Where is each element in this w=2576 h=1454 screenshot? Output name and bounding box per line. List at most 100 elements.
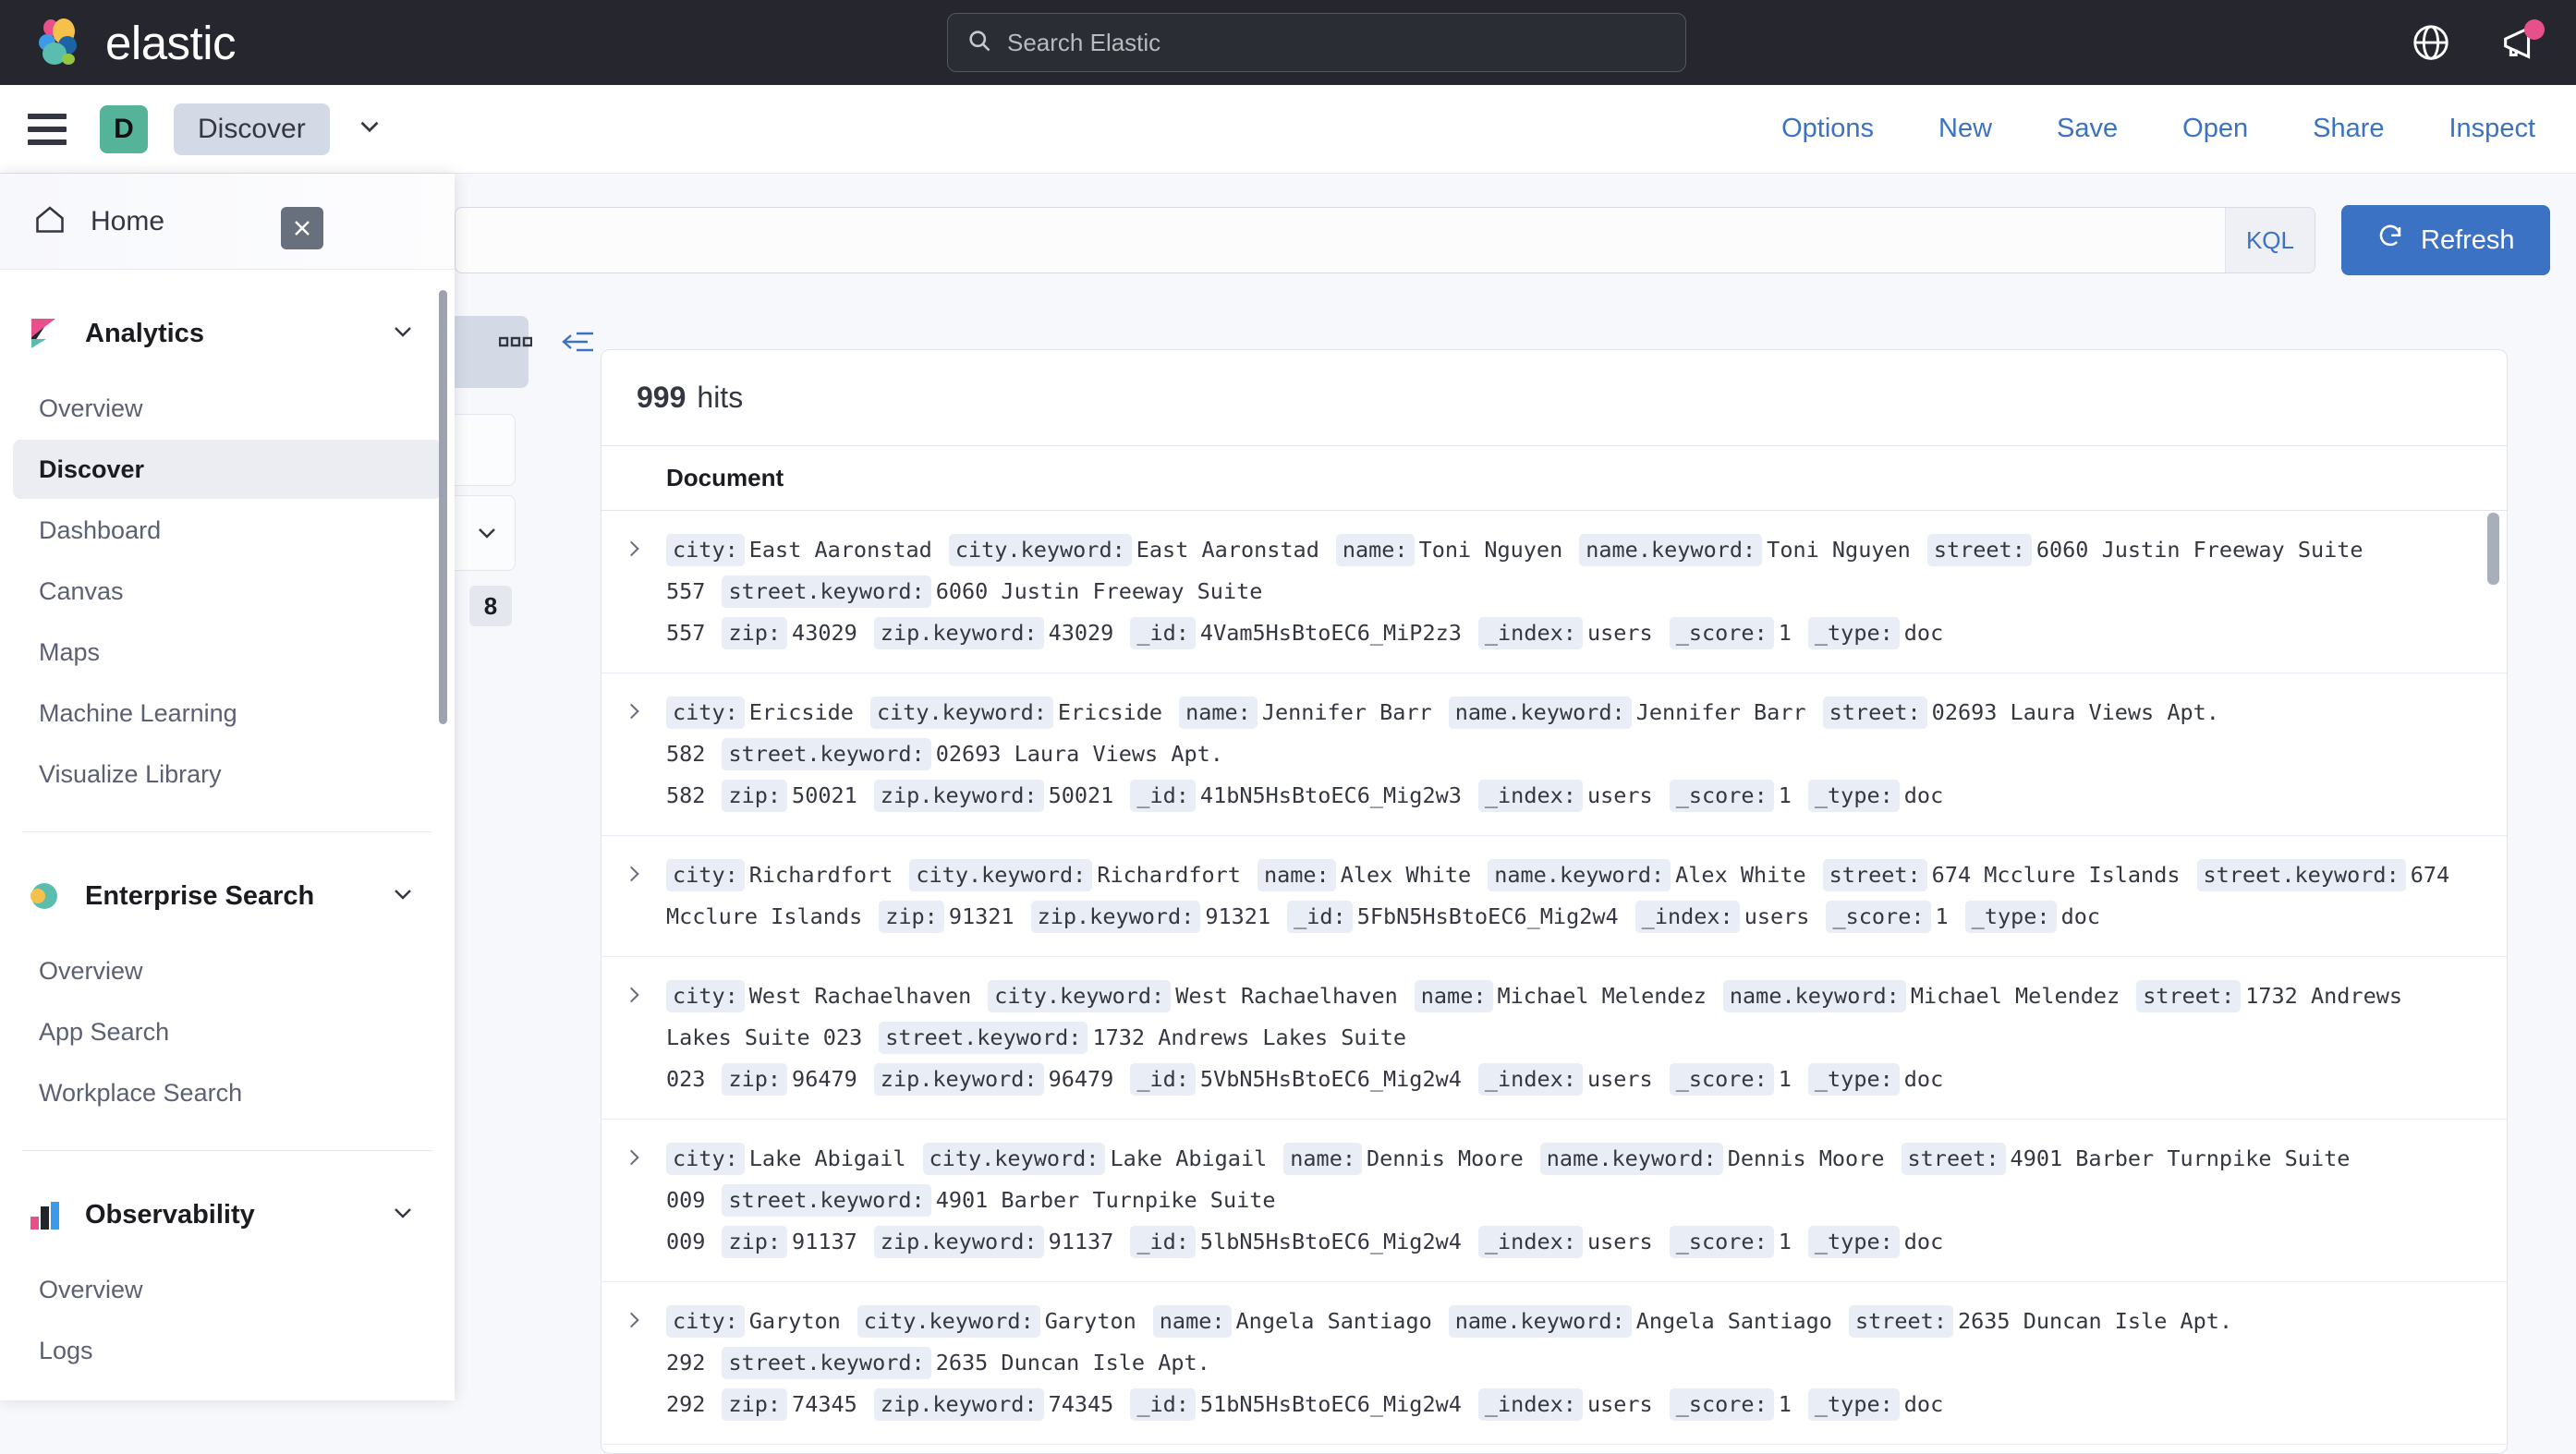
field-value: West Rachaelhaven	[748, 983, 972, 1009]
field-value: users	[1586, 1229, 1653, 1254]
action-new[interactable]: New	[1938, 114, 1992, 144]
chevron-down-icon[interactable]	[354, 111, 385, 147]
field-value: 96479	[792, 1066, 857, 1092]
page-title[interactable]: Discover	[174, 103, 330, 155]
nav-section-header[interactable]: Enterprise Search	[0, 867, 455, 925]
field-name: name.keyword:	[1448, 697, 1632, 729]
side-navigation-body: Analytics Overview Discover Dashboard Canvas…	[0, 270, 455, 1400]
field-value: 1	[1778, 1066, 1792, 1092]
chevron-right-icon[interactable]	[601, 1138, 666, 1263]
field-name: name:	[1179, 697, 1258, 729]
query-input-wrapper[interactable]: KQL	[455, 207, 2315, 273]
query-language-button[interactable]: KQL	[2224, 208, 2315, 273]
sidebar-item-overview[interactable]: Overview	[13, 1260, 442, 1319]
field-name: street.keyword:	[722, 738, 931, 770]
field-name: _score:	[1669, 1388, 1774, 1421]
megaphone-icon[interactable]	[2498, 19, 2545, 64]
search-input[interactable]	[1007, 28, 1667, 57]
field-name: city:	[666, 980, 745, 1012]
field-name: _type:	[1807, 780, 1900, 812]
sidebar-item-workplace-search[interactable]: Workplace Search	[13, 1063, 442, 1122]
field-name: _index:	[1477, 1388, 1583, 1421]
field-name: _index:	[1477, 1226, 1583, 1258]
nav-section-header[interactable]: Observability	[0, 1186, 455, 1243]
sidebar-item-overview[interactable]: Overview	[13, 379, 442, 438]
global-search-box[interactable]	[947, 13, 1686, 72]
field-name: _id:	[1130, 780, 1196, 812]
help-circle-icon[interactable]	[2410, 21, 2452, 64]
field-value: doc	[1903, 1391, 1944, 1417]
avatar[interactable]: D	[100, 104, 148, 153]
collapse-left-icon[interactable]	[560, 329, 595, 359]
field-name: city.keyword:	[857, 1305, 1040, 1338]
close-button[interactable]	[281, 207, 323, 249]
hamburger-menu-icon[interactable]	[28, 113, 67, 145]
field-value: Jennifer Barr	[1635, 699, 1806, 725]
field-value: Dennis Moore	[1727, 1145, 1885, 1171]
refresh-icon	[2376, 223, 2404, 258]
document-summary: city: Garyton city.keyword: Garyton name: Ang…	[666, 1301, 2485, 1425]
document-summary: city: East Aaronstad city.keyword: East Aar…	[666, 529, 2485, 654]
sidebar-item-app-search[interactable]: App Search	[13, 1002, 442, 1061]
field-value: Garyton	[1044, 1308, 1136, 1334]
sidebar-item-machine-learning[interactable]: Machine Learning	[13, 684, 442, 743]
field-value: Toni Nguyen	[1418, 537, 1563, 563]
grid-dots-icon[interactable]	[498, 334, 533, 354]
field-value: Lake Abigail	[748, 1145, 906, 1171]
table-row: city: Lake Abigail city.keyword: Lake Abiga…	[601, 1120, 2507, 1282]
field-name: street:	[2136, 980, 2242, 1012]
chevron-down-icon[interactable]	[388, 317, 418, 351]
table-row: city: West Rachaelhaven city.keyword: West …	[601, 957, 2507, 1120]
chevron-right-icon[interactable]	[601, 692, 666, 817]
field-sidebar: 8	[397, 312, 601, 1402]
action-options[interactable]: Options	[1781, 114, 1874, 144]
action-save[interactable]: Save	[2057, 114, 2118, 144]
sidenav-scrollbar[interactable]	[439, 290, 447, 724]
field-name: street:	[1901, 1143, 2006, 1175]
field-value: 1	[1778, 1391, 1792, 1417]
chevron-right-icon[interactable]	[601, 975, 666, 1100]
chevron-down-icon[interactable]	[388, 1198, 418, 1232]
sidebar-item-dashboard[interactable]: Dashboard	[13, 501, 442, 560]
query-input[interactable]	[456, 225, 2225, 255]
chevron-right-icon[interactable]	[601, 529, 666, 654]
field-value: 1	[1778, 620, 1792, 646]
sidebar-item-canvas[interactable]: Canvas	[13, 562, 442, 621]
chevron-right-icon[interactable]	[601, 1301, 666, 1425]
action-open[interactable]: Open	[2182, 114, 2248, 144]
field-name: zip.keyword:	[873, 1226, 1044, 1258]
sidebar-item-home[interactable]: Home	[0, 174, 455, 270]
field-value: Richardfort	[1097, 862, 1241, 888]
field-value: users	[1586, 1391, 1653, 1417]
field-name: city:	[666, 697, 745, 729]
sidebar-item-visualize-library[interactable]: Visualize Library	[13, 745, 442, 804]
field-value: Richardfort	[748, 862, 893, 888]
action-inspect[interactable]: Inspect	[2449, 114, 2536, 144]
sidebar-item-logs[interactable]: Logs	[13, 1321, 442, 1380]
field-name: _id:	[1287, 901, 1353, 933]
sidebar-item-metrics[interactable]: Metrics	[13, 1382, 442, 1401]
results-scrollbar[interactable]	[2487, 513, 2499, 585]
field-name: street.keyword:	[722, 576, 931, 608]
document-rows: city: East Aaronstad city.keyword: East Aar…	[601, 511, 2507, 1445]
field-sidebar-controls	[498, 329, 595, 359]
sidebar-item-maps[interactable]: Maps	[13, 623, 442, 682]
nav-section-header[interactable]: Analytics	[0, 305, 455, 362]
sidebar-item-overview[interactable]: Overview	[13, 941, 442, 1000]
field-name: name:	[1152, 1305, 1232, 1338]
sidebar-item-discover[interactable]: Discover	[13, 440, 442, 499]
chevron-right-icon[interactable]	[601, 854, 666, 938]
field-name: street.keyword:	[2196, 859, 2406, 891]
search-icon	[966, 28, 992, 58]
side-navigation: Home Analytics Overview Discover Dashboard C…	[0, 174, 455, 1400]
action-share[interactable]: Share	[2313, 114, 2384, 144]
field-value: 43029	[1048, 620, 1114, 646]
refresh-button[interactable]: Refresh	[2341, 205, 2550, 275]
field-value: East Aaronstad	[1136, 537, 1319, 563]
chevron-down-icon[interactable]	[388, 879, 418, 914]
field-value: 674 Mcclure Islands	[1931, 862, 2181, 888]
field-value: 1	[1778, 1229, 1792, 1254]
table-row: city: Garyton city.keyword: Garyton name: Ang…	[601, 1282, 2507, 1445]
field-value: 74345	[1048, 1391, 1114, 1417]
brand[interactable]: elastic	[33, 16, 237, 70]
